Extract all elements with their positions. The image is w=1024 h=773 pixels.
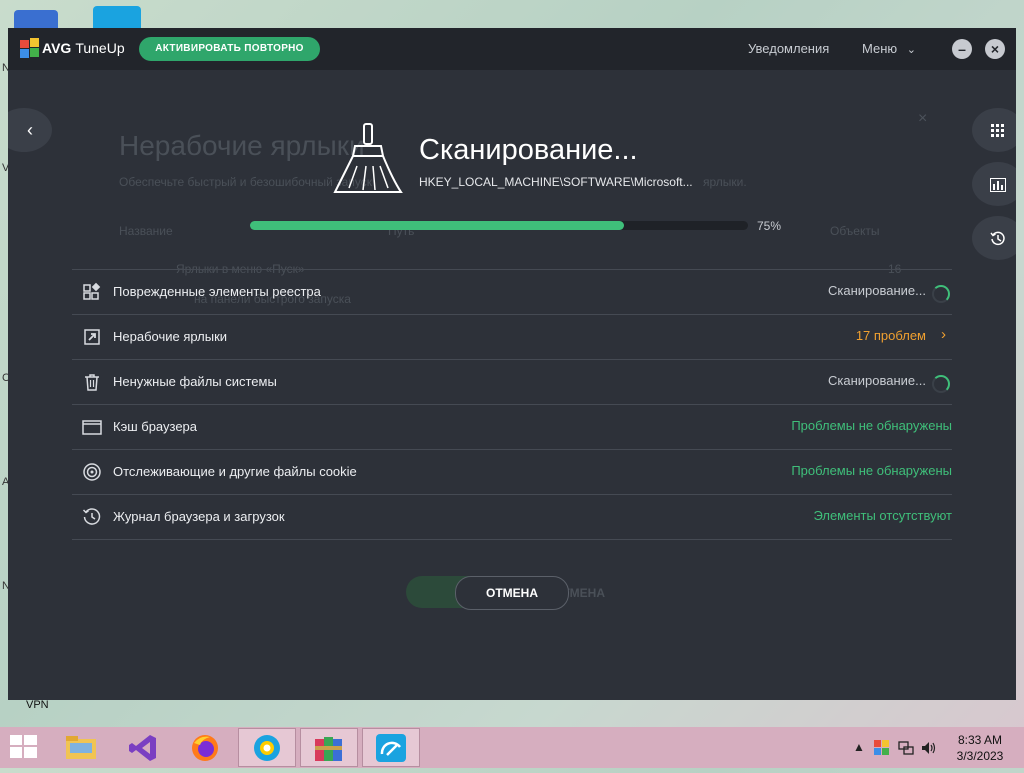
browser-app-icon <box>254 735 280 761</box>
product-name: TuneUp <box>75 40 125 56</box>
list-item-status: Элементы отсутствуют <box>813 508 952 523</box>
taskbar-browser[interactable] <box>238 728 296 767</box>
folder-icon <box>66 736 96 759</box>
volume-icon[interactable] <box>921 740 937 756</box>
list-item-label: Кэш браузера <box>113 419 198 434</box>
grid-icon <box>991 124 1004 138</box>
brush-icon <box>333 123 403 193</box>
taskbar-visual-studio[interactable] <box>114 728 172 767</box>
back-button[interactable]: ‹ <box>8 108 52 152</box>
list-item-browser-history[interactable]: Журнал браузера и загрузок Элементы отсу… <box>72 494 952 540</box>
close-button[interactable]: × <box>985 39 1005 59</box>
background-panel-title: Нерабочие ярлыки <box>119 130 365 161</box>
show-hidden-icons-icon[interactable]: ▲ <box>853 740 865 754</box>
statistics-button[interactable] <box>972 162 1016 206</box>
list-item-status: Сканирование... <box>828 373 926 388</box>
avg-logo-icon <box>20 38 39 58</box>
chevron-right-icon[interactable]: › <box>941 326 946 343</box>
background-col-objects: Объекты <box>830 224 880 238</box>
clock-time: 8:33 AM <box>957 733 1003 747</box>
menu-label: Меню <box>862 41 898 56</box>
list-item-status: Сканирование... <box>828 283 926 298</box>
taskbar-avg-tuneup[interactable] <box>362 728 420 767</box>
clock-date: 3/3/2023 <box>956 749 1004 763</box>
desktop-vpn-label: VPN <box>26 699 49 711</box>
list-item-status[interactable]: 17 проблем <box>856 328 926 343</box>
chevron-left-icon: ‹ <box>27 120 33 140</box>
bar-chart-icon <box>990 178 1006 193</box>
scan-current-path: HKEY_LOCAL_MACHINE\SOFTWARE\Microsoft... <box>419 175 693 189</box>
title-bar: AVG TuneUp АКТИВИРОВАТЬ ПОВТОРНО Уведомле… <box>8 28 1016 70</box>
list-item-label: Поврежденные элементы реестра <box>113 284 321 299</box>
archive-books-icon <box>315 737 342 761</box>
visual-studio-icon <box>129 735 156 761</box>
taskbar-clock[interactable]: 8:33 AM 3/3/2023 <box>944 732 1016 764</box>
scan-progress-bar <box>250 221 748 230</box>
chevron-down-icon: ⌄ <box>906 44 916 56</box>
activate-again-button[interactable]: АКТИВИРОВАТЬ ПОВТОРНО <box>139 37 320 61</box>
network-icon[interactable] <box>898 740 914 756</box>
taskbar-file-explorer[interactable] <box>52 728 110 767</box>
background-col-name: Название <box>119 224 173 238</box>
list-item-status: Проблемы не обнаружены <box>791 463 952 478</box>
scan-title: Сканирование... <box>419 134 638 166</box>
loading-spinner-icon <box>932 375 950 393</box>
list-item-label: Журнал браузера и загрузок <box>113 509 285 524</box>
taskbar-firefox[interactable] <box>176 728 234 767</box>
notifications-link[interactable]: Уведомления <box>748 41 829 56</box>
history-button[interactable] <box>972 216 1016 260</box>
windows-start-icon[interactable] <box>10 735 38 759</box>
cookie-target-icon <box>83 463 101 481</box>
menu-dropdown[interactable]: Меню ⌄ <box>862 41 916 56</box>
list-item-label: Ненужные файлы системы <box>113 374 277 389</box>
list-item-registry[interactable]: Поврежденные элементы реестра Сканирован… <box>72 269 952 314</box>
cancel-button[interactable]: ОТМЕНА <box>455 576 569 610</box>
registry-icon <box>83 282 101 300</box>
shortcut-icon <box>84 329 100 345</box>
background-panel-subtitle-tail: ярлыки. <box>703 175 747 189</box>
firefox-icon <box>192 735 218 761</box>
apps-grid-button[interactable] <box>972 108 1016 152</box>
brand-name: AVG <box>42 40 72 56</box>
background-close-icon: × <box>918 110 928 127</box>
list-item-system-junk[interactable]: Ненужные файлы системы Сканирование... <box>72 359 952 404</box>
list-item-label: Отслеживающие и другие файлы cookie <box>113 464 357 479</box>
history-icon <box>82 508 101 525</box>
list-item-shortcuts[interactable]: Нерабочие ярлыки 17 проблем › <box>72 314 952 359</box>
list-item-status: Проблемы не обнаружены <box>791 418 952 433</box>
avg-tray-icon[interactable] <box>874 740 890 756</box>
scan-progress-percent: 75% <box>757 219 782 233</box>
loading-spinner-icon <box>932 285 950 303</box>
history-clock-icon <box>990 231 1005 246</box>
list-item-browser-cache[interactable]: Кэш браузера Проблемы не обнаружены <box>72 404 952 449</box>
app-brand: AVG TuneUp <box>42 40 125 56</box>
trash-icon <box>85 374 99 391</box>
browser-icon <box>82 420 102 435</box>
tuneup-icon <box>376 734 406 762</box>
minimize-button[interactable]: – <box>952 39 972 59</box>
avg-tuneup-window: AVG TuneUp АКТИВИРОВАТЬ ПОВТОРНО Уведомле… <box>8 28 1016 700</box>
scan-progress-fill <box>250 221 624 230</box>
list-item-label: Нерабочие ярлыки <box>113 329 228 344</box>
list-item-cookies[interactable]: Отслеживающие и другие файлы cookie Проб… <box>72 449 952 494</box>
taskbar-winrar[interactable] <box>300 728 358 767</box>
